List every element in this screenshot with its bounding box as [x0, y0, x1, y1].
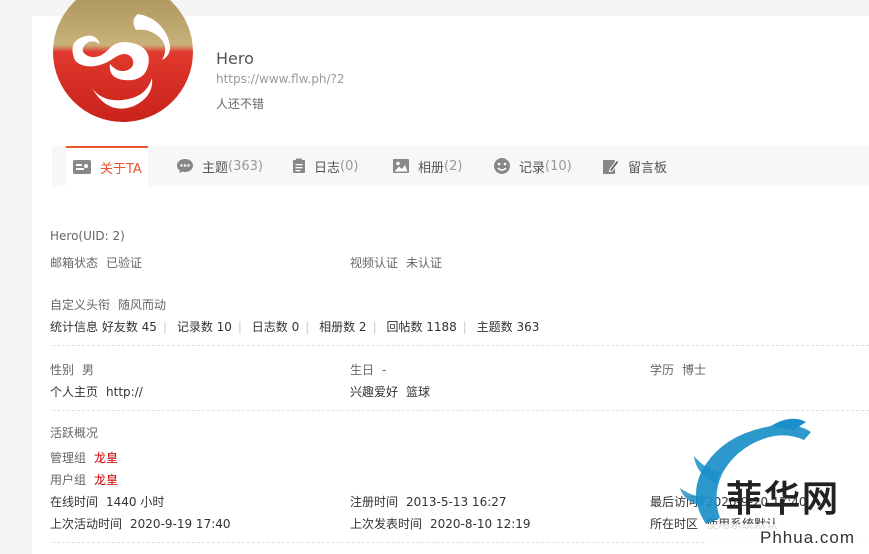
tab-album-count: (2) — [444, 158, 463, 174]
tab-records-count: (10) — [545, 158, 572, 174]
tab-blog[interactable]: 日志 (0) — [292, 146, 358, 186]
education-row: 学历 博士 — [650, 361, 706, 378]
watermark-domain: Phhua.com — [760, 528, 855, 547]
custom-title-value: 随风而动 — [118, 298, 167, 312]
tab-about[interactable]: 关于TA — [66, 146, 148, 186]
birthday-label: 生日 — [350, 363, 375, 377]
watermark: 菲华网 Phhua.com — [676, 414, 869, 554]
tab-album-label: 相册 — [418, 160, 445, 176]
custom-title-label: 自定义头衔 — [50, 298, 111, 312]
stat-records[interactable]: 记录数 10 — [177, 320, 232, 334]
video-auth-row: 视频认证 未认证 — [350, 254, 442, 271]
tab-records-label: 记录 — [519, 160, 546, 176]
avatar[interactable] — [52, 0, 194, 122]
admin-group-link[interactable]: 龙皇 — [94, 451, 118, 465]
tab-about-label: 关于TA — [100, 161, 142, 177]
online-time-value: 1440 小时 — [106, 495, 165, 509]
custom-title-row: 自定义头衔 随风而动 — [50, 296, 166, 313]
hobby-label: 兴趣爱好 — [350, 385, 399, 399]
watermark-text: 菲华网 — [726, 478, 841, 520]
email-status-row: 邮箱状态 已验证 — [50, 254, 142, 271]
homepage-link[interactable]: http:// — [106, 385, 143, 399]
chat-bubble-icon — [177, 159, 193, 173]
tab-guestbook-label: 留言板 — [628, 160, 668, 176]
user-group-row: 用户组 龙皇 — [50, 471, 118, 488]
gender-row: 性别男 — [50, 361, 94, 378]
notepad-icon — [293, 158, 305, 173]
register-time-row: 注册时间 2013-5-13 16:27 — [350, 493, 507, 510]
tab-guestbook[interactable]: 留言板 — [602, 146, 667, 186]
email-status-label: 邮箱状态 — [50, 256, 99, 270]
stat-replies[interactable]: 回帖数 1188 — [386, 320, 456, 334]
last-post-value: 2020-8-10 12:19 — [430, 517, 531, 531]
profile-tabs: 关于TA 主题 (363) 日志 (0) 相册 (2) 记录 (10) 留言板 — [52, 146, 869, 186]
register-time-label: 注册时间 — [350, 495, 399, 509]
admin-group-row: 管理组 龙皇 — [50, 449, 118, 466]
tab-blog-label: 日志 — [314, 160, 341, 176]
hobby-row: 兴趣爱好 篮球 — [350, 383, 430, 400]
hobby-value: 篮球 — [406, 385, 431, 399]
uid-text: Hero(UID: 2) — [50, 229, 125, 243]
register-time-value: 2013-5-13 16:27 — [406, 495, 507, 509]
last-post-row: 上次发表时间 2020-8-10 12:19 — [350, 515, 531, 532]
homepage-row: 个人主页 http:// — [50, 383, 143, 400]
stat-blogs[interactable]: 日志数 0 — [252, 320, 299, 334]
homepage-label: 个人主页 — [50, 385, 99, 399]
last-active-value: 2020-9-19 17:40 — [130, 517, 231, 531]
video-auth-value: 未认证 — [406, 256, 443, 270]
education-value: 博士 — [682, 363, 707, 377]
card-icon — [73, 160, 91, 174]
user-group-label: 用户组 — [50, 473, 87, 487]
stat-albums[interactable]: 相册数 2 — [319, 320, 366, 334]
tab-threads-label: 主题 — [202, 160, 229, 176]
user-group-link[interactable]: 龙皇 — [94, 473, 118, 487]
birthday-value: - — [382, 363, 387, 377]
education-label: 学历 — [650, 363, 675, 377]
image-icon — [393, 159, 409, 173]
tab-album[interactable]: 相册 (2) — [392, 146, 462, 186]
last-active-row: 上次活动时间 2020-9-19 17:40 — [50, 515, 231, 532]
email-status-value: 已验证 — [106, 256, 143, 270]
birthday-row: 生日 - — [350, 361, 386, 378]
divider — [52, 410, 869, 411]
stat-threads[interactable]: 主题数 363 — [477, 320, 540, 334]
gender-label: 性别 — [50, 363, 75, 377]
tab-blog-count: (0) — [340, 158, 359, 174]
profile-bio: 人还不错 — [216, 97, 265, 111]
online-time-label: 在线时间 — [50, 495, 99, 509]
last-active-label: 上次活动时间 — [50, 517, 123, 531]
video-auth-label: 视频认证 — [350, 256, 399, 270]
smiley-icon — [494, 158, 510, 174]
divider — [52, 345, 869, 346]
tab-threads[interactable]: 主题 (363) — [176, 146, 263, 186]
tab-threads-count: (363) — [228, 158, 263, 174]
stat-friends[interactable]: 好友数 45 — [102, 320, 157, 334]
gender-value: 男 — [82, 363, 95, 377]
avatar-logo-icon — [53, 0, 193, 122]
admin-group-label: 管理组 — [50, 451, 87, 465]
profile-name: Hero — [216, 49, 254, 68]
stats-label: 统计信息 — [50, 320, 99, 334]
profile-url[interactable]: https://www.flw.ph/?2 — [216, 72, 345, 86]
activity-title: 活跃概况 — [50, 426, 99, 440]
online-time-row: 在线时间 1440 小时 — [50, 493, 164, 510]
last-post-label: 上次发表时间 — [350, 517, 423, 531]
stats-row: 统计信息 好友数 45 | 记录数 10 | 日志数 0 | 相册数 2 | 回帖数 1… — [50, 320, 540, 334]
tab-records[interactable]: 记录 (10) — [493, 146, 572, 186]
pencil-note-icon — [603, 159, 620, 174]
